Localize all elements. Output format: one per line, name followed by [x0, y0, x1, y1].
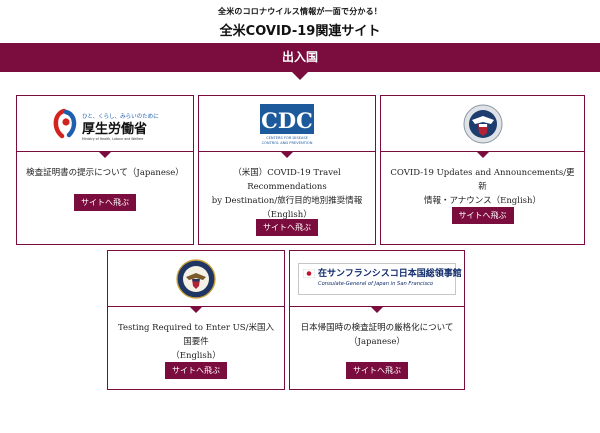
visit-site-button[interactable]: サイトへ飛ぶ — [165, 362, 227, 379]
visit-site-button[interactable]: サイトへ飛ぶ — [346, 362, 408, 379]
mhlw-tagline: ひと、くらし、みらいのために — [82, 113, 159, 120]
card-arrow — [476, 152, 489, 158]
card-arrow — [190, 307, 202, 313]
card-logo-zone — [108, 251, 284, 313]
card-state-dept: Testing Required to Enter US/米国入国要件 （Eng… — [107, 250, 285, 390]
card-description: 日本帰国時の検査証明の厳格化について （Japanese） — [298, 321, 456, 349]
card-consulate: 在サンフランシスコ日本国総領事館 Consulate-General of Ja… — [289, 250, 465, 390]
site-tagline: 全米のコロナウイルス情報が一面で分かる！ — [218, 7, 382, 16]
desc-line: 検査証明書の提示について（Japanese） — [26, 168, 184, 178]
consulate-name-ja: 在サンフランシスコ日本国総領事館 — [318, 268, 462, 279]
visit-site-button[interactable]: サイトへ飛ぶ — [256, 219, 318, 236]
card-mhlw: ひと、くらし、みらいのために 厚生労働省 Ministry of Health,… — [16, 95, 194, 245]
consulate-name-en: Consulate-General of Japan in San Franci… — [318, 280, 434, 287]
cdc-subtitle-2: CONTROL AND PREVENTION — [262, 141, 313, 145]
desc-line: 情報・アナウンス（English） — [423, 196, 542, 206]
card-arrow — [281, 152, 293, 158]
visit-site-button[interactable]: サイトへ飛ぶ — [74, 194, 136, 211]
desc-line: （米国）COVID-19 Travel Recommendations — [233, 168, 341, 192]
card-logo-zone — [381, 96, 584, 158]
dhs-seal — [463, 104, 502, 143]
card-description: Testing Required to Enter US/米国入国要件 （Eng… — [116, 321, 276, 363]
cdc-subtitle-1: CENTERS FOR DISEASE — [266, 136, 309, 140]
card-dhs: COVID-19 Updates and Announcements/更新 情報… — [380, 95, 585, 245]
desc-line: COVID-19 Updates and Announcements/更新 — [390, 168, 575, 192]
card-description: （米国）COVID-19 Travel Recommendations by D… — [207, 166, 367, 222]
card-logo-zone: CDC CENTERS FOR DISEASE CONTROL AND PREV… — [199, 96, 375, 158]
japan-flag-icon — [303, 268, 315, 278]
desc-line: by Destination/旅行目的地別推奨情報 — [211, 196, 363, 206]
card-cdc: CDC CENTERS FOR DISEASE CONTROL AND PREV… — [198, 95, 376, 245]
page-header: 全米のコロナウイルス情報が一面で分かる！ 全米COVID-19関連サイト — [0, 0, 600, 39]
desc-line: （English） — [171, 351, 221, 361]
state-dept-seal — [176, 258, 216, 299]
consulate-logo: 在サンフランシスコ日本国総領事館 Consulate-General of Ja… — [298, 262, 462, 295]
card-logo-zone: 在サンフランシスコ日本国総領事館 Consulate-General of Ja… — [290, 251, 464, 313]
mhlw-logo: ひと、くらし、みらいのために 厚生労働省 Ministry of Health,… — [53, 108, 159, 141]
card-logo-zone: ひと、くらし、みらいのために 厚生労働省 Ministry of Health,… — [17, 96, 193, 158]
mhlw-subname: Ministry of Health, Labour and Welfare — [82, 137, 143, 141]
desc-line: （Japanese） — [349, 337, 405, 347]
mhlw-name: 厚生労働省 — [82, 121, 147, 137]
desc-line: 日本帰国時の検査証明の厳格化について — [300, 323, 454, 333]
card-arrow — [99, 152, 111, 158]
cdc-logo: CDC CENTERS FOR DISEASE CONTROL AND PREV… — [260, 103, 314, 145]
section-banner: 出入国 — [0, 43, 600, 80]
cdc-wordmark: CDC — [261, 108, 313, 133]
visit-site-button[interactable]: サイトへ飛ぶ — [451, 207, 514, 224]
desc-line: Testing Required to Enter US/米国入国要件 — [118, 323, 274, 347]
banner-arrow — [292, 72, 308, 80]
card-arrow — [371, 307, 383, 313]
section-title: 出入国 — [281, 50, 318, 64]
card-description: COVID-19 Updates and Announcements/更新 情報… — [389, 166, 576, 208]
card-description: 検査証明書の提示について（Japanese） — [25, 166, 185, 180]
site-title: 全米COVID-19関連サイト — [219, 24, 381, 39]
